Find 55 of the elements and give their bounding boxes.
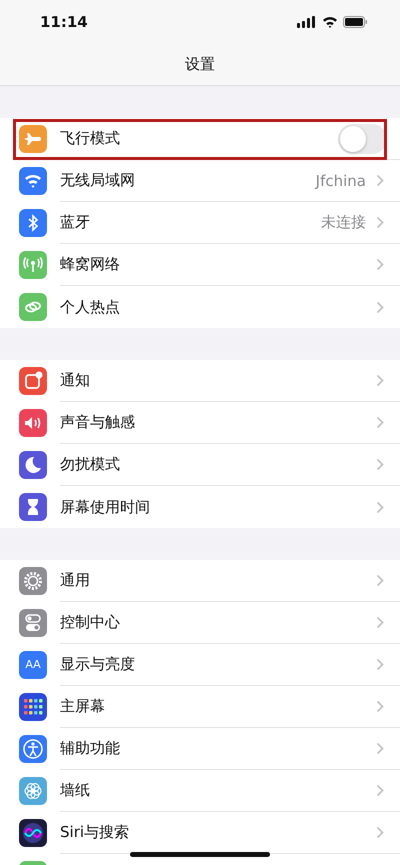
settings-row[interactable]: 主屏幕 <box>0 686 400 728</box>
settings-row[interactable]: AA 显示与亮度 <box>0 644 400 686</box>
chevron-icon <box>376 616 384 629</box>
setting-label: 辅助功能 <box>60 739 120 758</box>
setting-label: 个人热点 <box>60 298 120 316</box>
chevron-icon <box>376 500 384 514</box>
settings-row[interactable]: 通用 <box>0 560 400 602</box>
chevron-icon <box>376 216 384 229</box>
setting-label: 蜂窝网络 <box>60 255 120 274</box>
icon-caption: AA <box>24 658 42 672</box>
setting-label: 墙纸 <box>60 781 90 800</box>
chevron-icon <box>376 458 384 471</box>
chevron-icon <box>376 258 384 271</box>
toggle-switch[interactable] <box>338 124 387 154</box>
settings-row[interactable]: 控制中心 <box>0 602 400 644</box>
setting-label: 通知 <box>60 371 90 390</box>
setting-label: 蓝牙 <box>60 213 90 232</box>
setting-value: 未连接 <box>321 213 366 232</box>
setting-label: 主屏幕 <box>60 697 105 716</box>
battery-icon <box>343 16 368 28</box>
status-time: 11:14 <box>40 13 88 31</box>
chevron-icon <box>376 826 384 839</box>
chevron-icon <box>376 784 384 797</box>
settings-row[interactable]: 蜂窝网络 <box>0 244 400 286</box>
settings-row[interactable]: 个人热点 <box>0 286 400 328</box>
chevron-icon <box>376 658 384 671</box>
setting-label: 显示与亮度 <box>60 655 135 674</box>
chevron-icon <box>376 174 384 187</box>
settings-row[interactable]: 勿扰模式 <box>0 444 400 486</box>
signal-icon <box>297 16 317 28</box>
settings-row[interactable]: 辅助功能 <box>0 728 400 770</box>
settings-row[interactable]: 墙纸 <box>0 770 400 812</box>
setting-label: Siri与搜索 <box>60 823 130 842</box>
page-title: 设置 <box>185 55 215 74</box>
settings-row[interactable]: 飞行模式 <box>0 118 400 160</box>
setting-value: Jfchina <box>316 172 366 190</box>
chevron-icon <box>376 700 384 713</box>
setting-label: 飞行模式 <box>60 129 120 148</box>
settings-row[interactable]: 无线局域网 Jfchina <box>0 160 400 202</box>
setting-label: 屏幕使用时间 <box>60 498 150 516</box>
chevron-icon <box>376 374 384 387</box>
settings-row[interactable]: 蓝牙 未连接 <box>0 202 400 244</box>
setting-label: 通用 <box>60 571 90 590</box>
chevron-icon <box>376 300 384 314</box>
chevron-icon <box>376 416 384 429</box>
wifi-status-icon <box>322 16 338 28</box>
settings-row[interactable]: 屏幕使用时间 <box>0 486 400 528</box>
setting-label: 无线局域网 <box>60 171 135 190</box>
settings-row[interactable]: 声音与触感 <box>0 402 400 444</box>
setting-label: 声音与触感 <box>60 413 135 432</box>
chevron-icon <box>376 574 384 587</box>
setting-label: 控制中心 <box>60 613 120 632</box>
settings-row[interactable]: 通知 <box>0 360 400 402</box>
setting-label: 勿扰模式 <box>60 455 120 474</box>
chevron-icon <box>376 742 384 755</box>
